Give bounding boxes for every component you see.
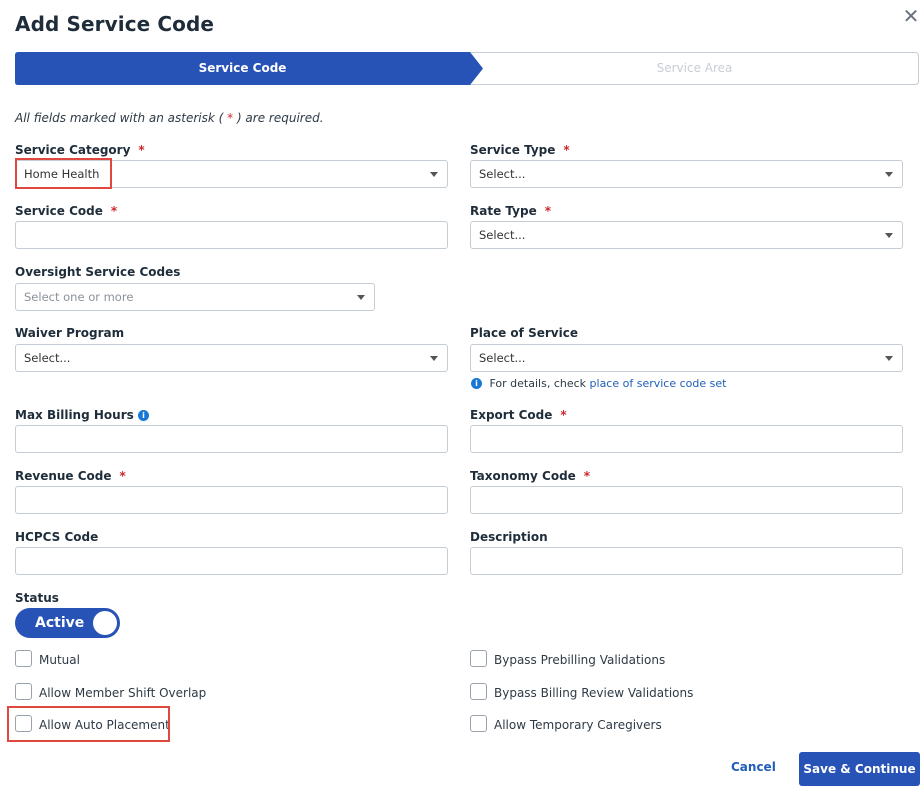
- waiver-program-label: Waiver Program: [15, 326, 125, 340]
- waiver-program-placeholder: Select...: [24, 351, 71, 365]
- cancel-button[interactable]: Cancel: [731, 760, 776, 774]
- chevron-down-icon: [430, 172, 438, 177]
- required-marker: *: [583, 469, 591, 483]
- oversight-service-codes-placeholder: Select one or more: [24, 290, 134, 304]
- required-marker: *: [119, 469, 126, 483]
- close-icon[interactable]: ✕: [899, 4, 923, 28]
- max-billing-hours-label-text: Max Billing Hours: [15, 408, 134, 422]
- export-code-label: Export Code *: [470, 408, 567, 422]
- taxonomy-code-label-text: Taxonomy Code: [470, 469, 576, 483]
- bypass-billing-review-validations-label: Bypass Billing Review Validations: [494, 686, 694, 700]
- required-marker: *: [138, 143, 145, 157]
- chevron-down-icon: [430, 356, 438, 361]
- max-billing-hours-input[interactable]: [15, 425, 448, 453]
- required-note-suffix: ) are required.: [236, 111, 324, 125]
- place-of-service-hint-text: For details, check: [489, 377, 590, 390]
- oversight-service-codes-label: Oversight Service Codes: [15, 265, 181, 279]
- highlight-box-service-category: [15, 158, 112, 189]
- service-category-label: Service Category *: [15, 143, 145, 157]
- mutual-checkbox-label: Mutual: [39, 653, 80, 667]
- hcpcs-code-input[interactable]: [15, 547, 448, 575]
- save-and-continue-button[interactable]: Save & Continue: [799, 752, 920, 786]
- hcpcs-code-label: HCPCS Code: [15, 530, 99, 544]
- bypass-billing-review-validations-checkbox[interactable]: [470, 683, 487, 700]
- revenue-code-input[interactable]: [15, 486, 448, 514]
- service-type-label-text: Service Type: [470, 143, 556, 157]
- allow-temporary-caregivers-checkbox[interactable]: [470, 715, 487, 732]
- allow-member-shift-overlap-checkbox[interactable]: [15, 683, 32, 700]
- rate-type-label: Rate Type *: [470, 204, 551, 218]
- required-marker: *: [110, 204, 118, 218]
- dialog-title: Add Service Code: [15, 12, 215, 36]
- service-type-placeholder: Select...: [479, 167, 526, 181]
- max-billing-hours-label: Max Billing Hours i: [15, 408, 149, 422]
- revenue-code-label: Revenue Code *: [15, 469, 126, 483]
- place-of-service-select[interactable]: Select...: [470, 344, 903, 372]
- status-label: Status: [15, 591, 59, 605]
- bypass-prebilling-validations-label: Bypass Prebilling Validations: [494, 653, 666, 667]
- required-fields-note: All fields marked with an asterisk ( * )…: [15, 111, 324, 125]
- rate-type-label-text: Rate Type: [470, 204, 537, 218]
- info-icon: i: [471, 378, 482, 389]
- taxonomy-code-label: Taxonomy Code *: [470, 469, 590, 483]
- rate-type-select[interactable]: Select...: [470, 221, 903, 249]
- description-input[interactable]: [470, 547, 903, 575]
- place-of-service-label: Place of Service: [470, 326, 578, 340]
- highlight-box-auto-placement: [7, 706, 170, 742]
- bypass-prebilling-validations-checkbox[interactable]: [470, 650, 487, 667]
- service-code-label: Service Code *: [15, 204, 117, 218]
- service-category-label-text: Service Category: [15, 143, 131, 157]
- required-marker: *: [544, 204, 551, 218]
- step-service-area[interactable]: Service Area: [470, 52, 919, 85]
- required-marker: *: [563, 143, 570, 157]
- required-note-star: *: [223, 111, 237, 125]
- description-label: Description: [470, 530, 548, 544]
- status-toggle[interactable]: Active: [15, 608, 120, 638]
- service-type-label: Service Type *: [470, 143, 570, 157]
- place-of-service-code-set-link[interactable]: place of service code set: [590, 377, 727, 390]
- export-code-label-text: Export Code: [470, 408, 553, 422]
- chevron-down-icon: [885, 233, 893, 238]
- revenue-code-label-text: Revenue Code: [15, 469, 112, 483]
- required-marker: *: [560, 408, 567, 422]
- taxonomy-code-input[interactable]: [470, 486, 903, 514]
- allow-member-shift-overlap-label: Allow Member Shift Overlap: [39, 686, 207, 700]
- info-icon[interactable]: i: [137, 410, 149, 421]
- mutual-checkbox[interactable]: [15, 650, 32, 667]
- chevron-down-icon: [885, 356, 893, 361]
- allow-temporary-caregivers-label: Allow Temporary Caregivers: [494, 718, 662, 732]
- rate-type-placeholder: Select...: [479, 228, 526, 242]
- chevron-down-icon: [885, 172, 893, 177]
- service-type-select[interactable]: Select...: [470, 160, 903, 188]
- waiver-program-select[interactable]: Select...: [15, 344, 448, 372]
- required-note-prefix: All fields marked with an asterisk (: [15, 111, 224, 125]
- chevron-down-icon: [357, 295, 365, 300]
- oversight-service-codes-select[interactable]: Select one or more: [15, 283, 375, 311]
- stepper: Service Code Service Area: [15, 52, 919, 85]
- status-toggle-label: Active: [35, 615, 85, 631]
- service-code-label-text: Service Code: [15, 204, 103, 218]
- toggle-knob: [93, 611, 117, 635]
- step-service-code[interactable]: Service Code: [15, 52, 470, 85]
- export-code-input[interactable]: [470, 425, 903, 453]
- place-of-service-hint: i For details, check place of service co…: [471, 377, 726, 390]
- place-of-service-placeholder: Select...: [479, 351, 526, 365]
- service-code-input[interactable]: [15, 221, 448, 249]
